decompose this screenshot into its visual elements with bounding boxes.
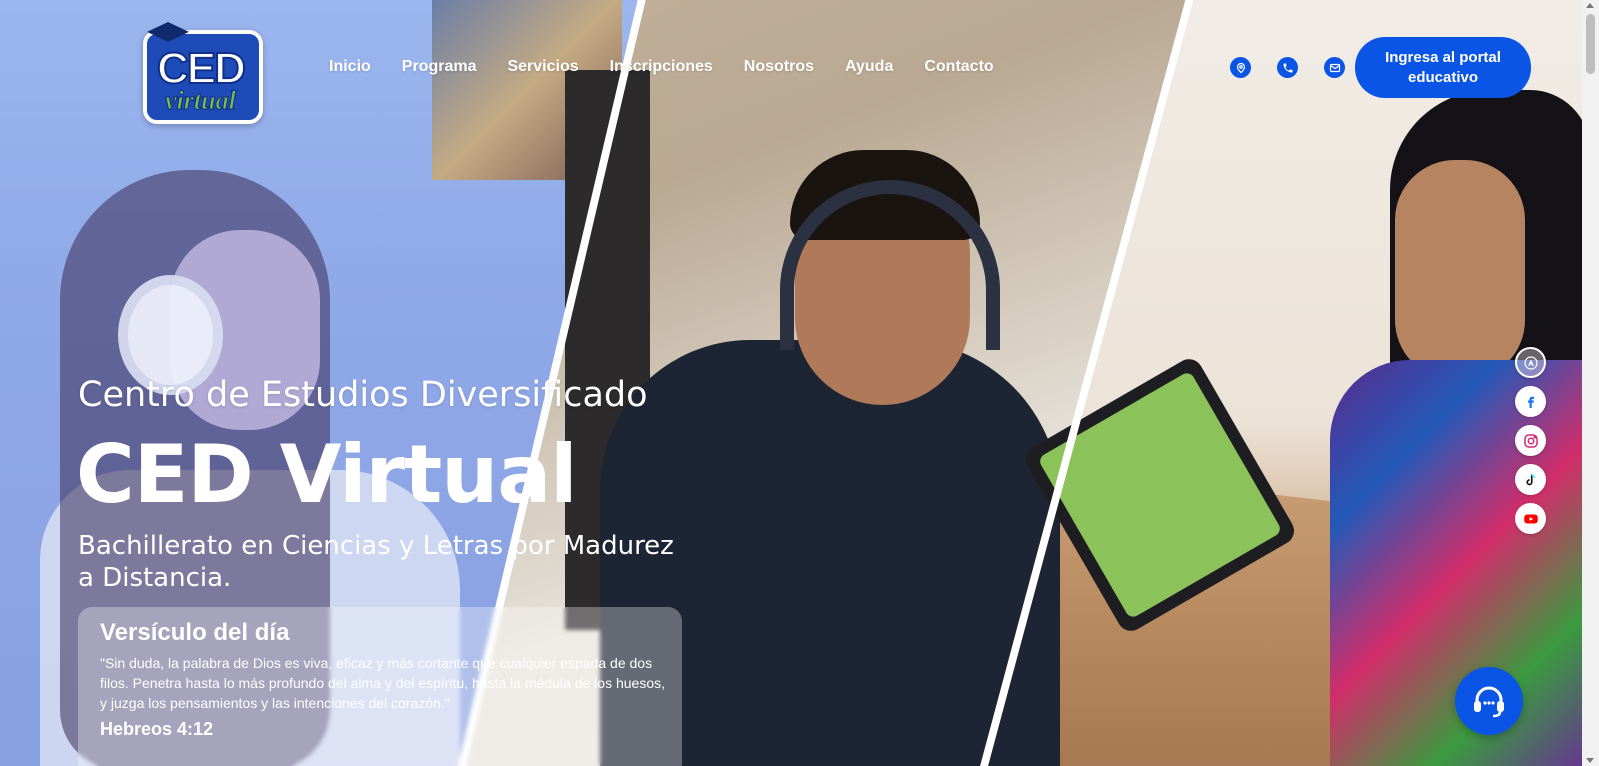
hero-title: CED Virtual [76, 428, 578, 521]
instagram-icon[interactable] [1515, 425, 1546, 456]
logo-text-virtual: virtual [165, 86, 237, 116]
facebook-icon[interactable] [1515, 386, 1546, 417]
scroll-down-arrow-icon[interactable] [1586, 758, 1594, 763]
verse-title: Versículo del día [100, 619, 290, 646]
nav-item-servicios[interactable]: Servicios [507, 58, 578, 76]
nav-item-contacto[interactable]: Contacto [924, 58, 993, 76]
main-nav: Inicio Programa Servicios Inscripciones … [329, 58, 1025, 76]
student-right-face [1395, 160, 1525, 380]
contact-icons [1230, 57, 1371, 78]
hero-subtitle: Centro de Estudios Diversificado [78, 375, 648, 415]
social-links [1515, 347, 1546, 542]
location-pin-icon[interactable] [1230, 57, 1251, 78]
nav-item-nosotros[interactable]: Nosotros [744, 58, 814, 76]
site-logo[interactable]: CED virtual [143, 22, 263, 124]
hero-description: Bachillerato en Ciencias y Letras por Ma… [78, 531, 674, 593]
nav-item-ayuda[interactable]: Ayuda [845, 58, 893, 76]
seal-icon[interactable] [1515, 347, 1546, 378]
verse-of-the-day-card: Versículo del día "Sin duda, la palabra … [78, 607, 682, 766]
nav-item-inscripciones[interactable]: Inscripciones [610, 58, 713, 76]
mail-icon[interactable] [1324, 57, 1345, 78]
nav-item-inicio[interactable]: Inicio [329, 58, 371, 76]
scrollbar-thumb[interactable] [1586, 14, 1595, 74]
youtube-icon[interactable] [1515, 503, 1546, 534]
page-scrollbar[interactable] [1582, 0, 1599, 766]
verse-text: "Sin duda, la palabra de Dios es viva, e… [100, 655, 665, 711]
support-chat-button[interactable] [1455, 667, 1523, 735]
portal-login-button[interactable]: Ingresa al portal educativo [1355, 37, 1531, 98]
nav-item-programa[interactable]: Programa [402, 58, 477, 76]
headset-icon [1474, 686, 1504, 718]
verse-reference: Hebreos 4:12 [100, 719, 214, 739]
phone-icon[interactable] [1277, 57, 1298, 78]
scroll-up-arrow-icon[interactable] [1586, 3, 1594, 8]
tiktok-icon[interactable] [1515, 464, 1546, 495]
